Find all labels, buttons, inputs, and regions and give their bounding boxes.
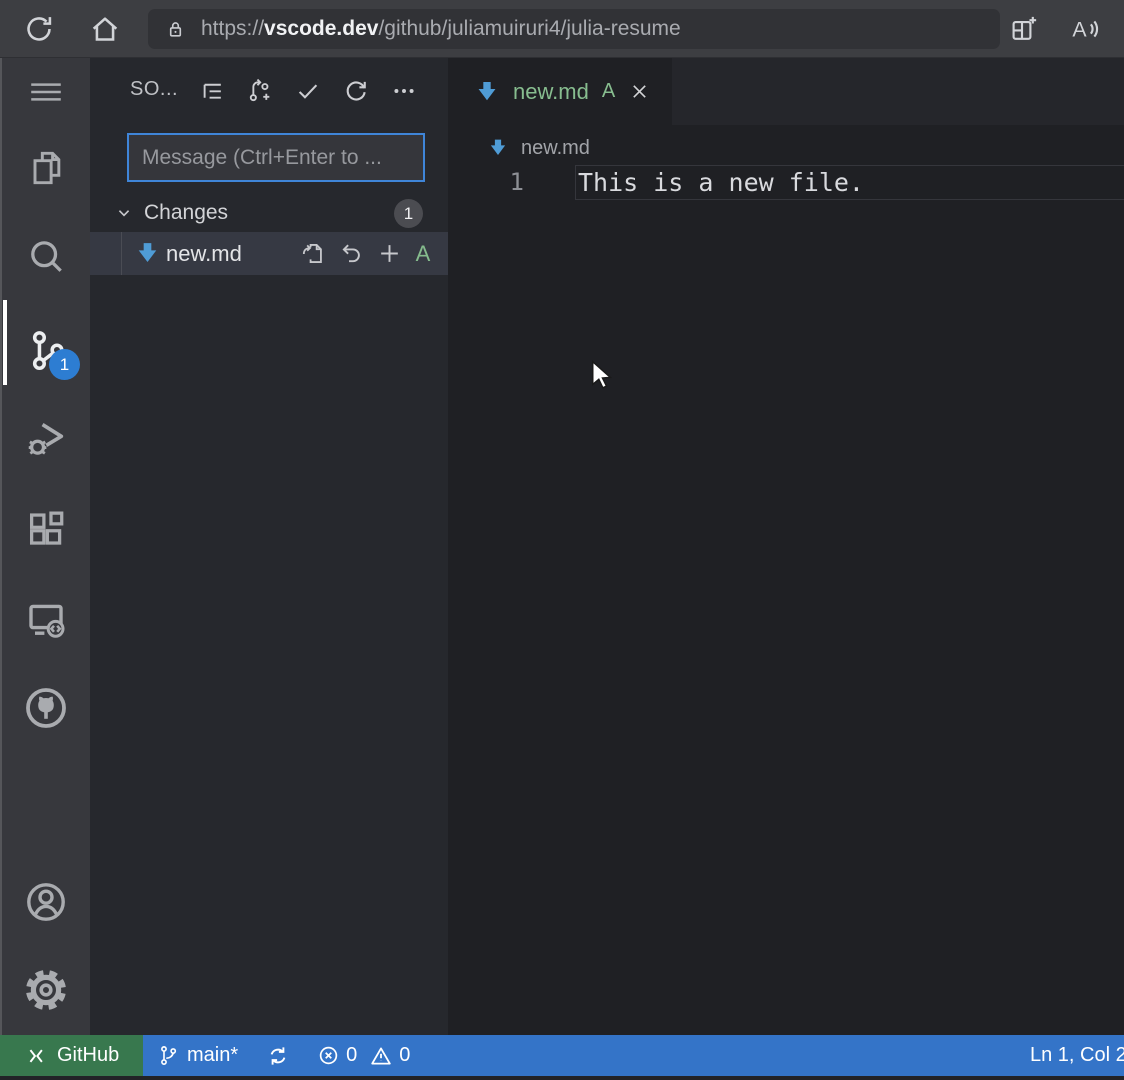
refresh-icon <box>22 12 56 46</box>
warning-count: 0 <box>399 1044 410 1067</box>
commit-button[interactable] <box>284 74 332 108</box>
account-button[interactable] <box>2 881 90 923</box>
read-aloud-icon: A <box>1068 13 1102 45</box>
search-icon <box>24 235 68 279</box>
tab-bar: new.md A <box>448 58 1124 125</box>
home-icon <box>88 12 122 46</box>
warnings-icon <box>369 1044 393 1068</box>
branch-status-item[interactable]: main* <box>157 1044 238 1067</box>
check-icon <box>294 77 322 105</box>
status-bar: GitHub main* 0 <box>0 1035 1124 1076</box>
browser-refresh-button[interactable] <box>22 12 56 46</box>
extensions-icon <box>23 507 69 553</box>
errors-icon <box>317 1044 340 1067</box>
activity-bar: 1 <box>0 58 90 1035</box>
sidebar-item-github[interactable] <box>2 687 90 729</box>
branch-name: main* <box>187 1044 238 1067</box>
run-debug-icon <box>23 415 69 461</box>
refresh-button[interactable] <box>332 74 380 108</box>
split-screen-icon <box>1008 13 1040 45</box>
browser-read-aloud-button[interactable]: A <box>1068 13 1102 45</box>
changes-count-badge: 1 <box>394 199 423 228</box>
files-icon <box>24 146 68 190</box>
current-line-highlight: This is a new file. <box>575 165 1124 200</box>
active-view-indicator <box>3 300 7 385</box>
bottom-edge <box>0 1076 1124 1080</box>
view-changes-button[interactable] <box>236 74 284 108</box>
refresh-icon <box>342 77 370 105</box>
changes-section-header[interactable]: Changes 1 <box>90 196 448 230</box>
breadcrumb[interactable]: new.md <box>448 129 590 167</box>
git-status-added: A <box>408 241 438 267</box>
sync-changes-button[interactable] <box>266 1044 290 1068</box>
changes-label: Changes <box>144 201 228 225</box>
sidebar-item-remote-explorer[interactable] <box>2 599 90 641</box>
sync-icon <box>266 1044 290 1068</box>
tab-git-status: A <box>602 80 615 103</box>
remote-explorer-icon <box>22 596 70 644</box>
browser-home-button[interactable] <box>88 12 122 46</box>
browser-toolbar: https://vscode.dev/github/juliamuiruri4/… <box>0 0 1124 58</box>
breadcrumb-filename: new.md <box>521 137 590 160</box>
url-host: vscode.dev <box>264 17 378 40</box>
discard-icon <box>338 240 365 267</box>
address-bar[interactable]: https://vscode.dev/github/juliamuiruri4/… <box>148 9 1000 49</box>
indent-guide <box>121 232 122 275</box>
tab-new-md[interactable]: new.md A <box>448 58 672 125</box>
settings-button[interactable] <box>2 969 90 1011</box>
close-tab-button[interactable] <box>629 81 650 102</box>
menu-button[interactable] <box>2 71 90 113</box>
sidebar-item-search[interactable] <box>2 236 90 278</box>
view-as-tree-button[interactable] <box>188 74 236 108</box>
github-icon <box>22 684 70 732</box>
discard-changes-button[interactable] <box>332 237 370 271</box>
browser-split-screen-button[interactable] <box>1008 13 1040 45</box>
tab-label: new.md <box>513 79 589 105</box>
remote-indicator[interactable]: GitHub <box>0 1035 143 1076</box>
open-file-button[interactable] <box>294 237 332 271</box>
problems-status-item[interactable]: 0 0 <box>317 1044 410 1068</box>
markdown-file-icon <box>134 240 161 267</box>
editor-content: new.md 1 This is a new file. <box>448 125 1124 1035</box>
url-text: https://vscode.dev/github/juliamuiruri4/… <box>201 17 681 41</box>
lock-icon <box>164 18 187 41</box>
source-control-panel: SO... <box>90 58 448 1035</box>
error-count: 0 <box>346 1044 357 1067</box>
close-icon <box>629 81 650 102</box>
code-text: This is a new file. <box>576 166 1124 199</box>
editor-line-1[interactable]: 1 This is a new file. <box>448 165 1124 200</box>
sidebar-item-explorer[interactable] <box>2 147 90 189</box>
plus-icon <box>376 240 403 267</box>
file-actions: A <box>294 232 438 275</box>
source-control-actions <box>188 74 428 108</box>
svg-text:A: A <box>1072 17 1087 41</box>
stage-changes-button[interactable] <box>370 237 408 271</box>
graph-create-icon <box>246 77 274 105</box>
commit-message-input[interactable] <box>127 133 425 182</box>
gear-icon <box>22 966 70 1014</box>
sidebar-item-extensions[interactable] <box>2 509 90 551</box>
open-file-icon <box>300 240 327 267</box>
remote-icon <box>24 1045 46 1067</box>
line-number: 1 <box>448 165 524 200</box>
more-actions-button[interactable] <box>380 74 428 108</box>
cursor-position-status[interactable]: Ln 1, Col 2 <box>1030 1035 1124 1076</box>
source-control-badge: 1 <box>49 349 80 380</box>
chevron-down-icon <box>113 202 135 224</box>
account-icon <box>22 878 70 926</box>
editor-group: new.md A new.md 1 This is a new file. <box>448 58 1124 1035</box>
changed-file-row[interactable]: new.md <box>90 232 448 275</box>
sidebar-item-run-debug[interactable] <box>2 417 90 459</box>
markdown-file-icon <box>474 79 500 105</box>
list-tree-icon <box>199 78 226 105</box>
changed-file-name: new.md <box>166 232 242 275</box>
git-branch-icon <box>157 1044 180 1067</box>
markdown-file-icon <box>487 137 509 159</box>
panel-title: SO... <box>130 78 178 101</box>
hamburger-menu-icon <box>27 73 65 111</box>
ellipsis-icon <box>390 77 418 105</box>
remote-label: GitHub <box>57 1044 119 1067</box>
